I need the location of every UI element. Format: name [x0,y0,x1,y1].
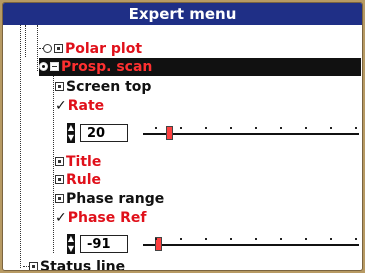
slider-tick [355,238,357,240]
check-icon: ✓ [55,210,67,226]
check-icon: ✓ [55,98,67,114]
slider-tick [330,127,332,129]
slider-tick [280,127,282,129]
menu-item-title[interactable]: Title [55,153,101,171]
slider-tick [255,127,257,129]
window-title: Expert menu [3,3,362,25]
expand-box-icon [55,81,64,91]
slider-tick [180,127,182,129]
menu-item-phase-ref[interactable]: ✓Phase Ref [55,209,146,227]
slider-tick [230,238,232,240]
menu-item-label: Prosp. scan [61,59,153,75]
radio-selected-icon [39,61,48,71]
expand-box-icon [55,174,64,184]
expand-box-icon [55,156,64,166]
expand-box-icon [55,193,64,203]
tree-connector [25,25,26,57]
slider-knob[interactable] [166,126,173,140]
slider-tick [205,238,207,240]
slider-tick [205,127,207,129]
radio-icon [43,43,52,53]
menu-item-prosp-scan[interactable]: Prosp. scan [39,58,361,76]
menu-item-status-line[interactable]: Status line [23,258,126,271]
phase-ref-spinner-icon[interactable]: ▲ ▼ [67,234,75,254]
menu-item-label: Screen top [66,79,152,95]
menu-item-label: Status line [40,259,126,271]
collapse-box-icon [50,61,59,71]
menu-item-polar-plot[interactable]: Polar plot [39,40,142,58]
menu-item-label: Rule [66,172,102,188]
slider-tick [355,127,357,129]
rate-spinner-icon[interactable]: ▲ ▼ [67,123,75,143]
menu-item-label: Title [66,154,102,170]
tree-connector [37,25,38,71]
tree-connector [20,25,21,268]
expert-menu-window: Expert menu Polar plot Prosp. scan Scree… [2,2,363,271]
menu-item-phase-range[interactable]: Phase range [55,190,164,208]
expand-box-icon [29,261,38,270]
expand-box-icon [54,43,63,53]
slider-tick [280,238,282,240]
menu-item-screen-top[interactable]: Screen top [55,78,151,96]
slider-tick [155,238,157,240]
slider-tick [305,127,307,129]
phase-ref-slider[interactable] [143,235,359,255]
rate-value-field[interactable]: 20 [80,124,128,142]
menu-item-label: Phase Ref [67,210,147,226]
slider-tick [255,238,257,240]
slider-tick [330,238,332,240]
menu-item-label: Phase range [66,191,165,207]
slider-tick [155,127,157,129]
slider-track [143,133,359,135]
slider-tick [305,238,307,240]
slider-tick [230,127,232,129]
menu-item-rate[interactable]: ✓Rate [55,97,104,115]
slider-track [143,244,359,246]
menu-item-label: Rate [67,98,105,114]
menu-item-label: Polar plot [65,41,143,57]
tree-connector [53,71,54,253]
rate-slider[interactable] [143,124,359,144]
phase-ref-value-field[interactable]: -91 [80,235,128,253]
slider-tick [180,238,182,240]
menu-item-rule[interactable]: Rule [55,171,101,189]
